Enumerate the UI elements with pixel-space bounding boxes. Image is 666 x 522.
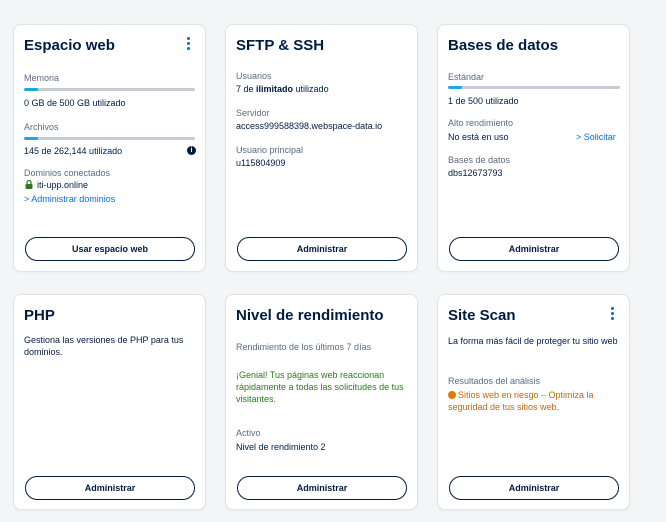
administrar-button[interactable]: Administrar <box>25 476 195 500</box>
archivos-label: Archivos <box>24 122 59 132</box>
card-sftp-ssh: SFTP & SSH Usuarios 7 de ilimitado utili… <box>225 24 418 272</box>
memoria-usage: 0 GB de 500 GB utilizado <box>24 98 126 108</box>
estandar-usage: 1 de 500 utilizado <box>448 96 519 106</box>
usuarios-prefix: 7 de <box>236 84 257 94</box>
rendimiento-label: Rendimiento de los últimos 7 días <box>236 342 372 352</box>
card-title: Nivel de rendimiento <box>236 307 384 324</box>
kebab-menu-icon[interactable] <box>185 37 191 53</box>
archivos-progress-fill <box>24 137 38 140</box>
lock-icon <box>25 180 33 189</box>
resultados-value: Sitios web en riesgo – Optimiza la segur… <box>448 389 624 413</box>
card-title: Espacio web <box>24 37 115 54</box>
card-php: PHP Gestiona las versiones de PHP para t… <box>13 294 206 510</box>
administrar-button[interactable]: Administrar <box>449 476 619 500</box>
bases-de-datos-value: dbs12673793 <box>448 168 503 178</box>
memoria-progress-fill <box>24 88 38 91</box>
usar-espacio-web-button[interactable]: Usar espacio web <box>25 237 195 261</box>
manage-domains-link[interactable]: > Administrar dominios <box>24 194 115 204</box>
usuario-principal-value: u115804909 <box>236 158 286 168</box>
memoria-progress-bar <box>24 88 195 91</box>
administrar-button[interactable]: Administrar <box>237 237 407 261</box>
estandar-progress-bar <box>448 86 620 89</box>
servidor-value: access999588398.webspace-data.io <box>236 121 383 131</box>
connected-domain: iti-upp.online <box>37 180 89 190</box>
page: { "cards": { "espacio_web": { "title": "… <box>0 0 666 522</box>
alto-rendimiento-label: Alto rendimiento <box>448 118 514 128</box>
info-icon[interactable]: i <box>187 146 196 155</box>
warning-dot-icon <box>448 391 456 399</box>
alto-rendimiento-value: No está en uso <box>448 132 509 142</box>
usuarios-limit: ilimitado <box>256 84 294 94</box>
card-nivel-de-rendimiento: Nivel de rendimiento Rendimiento de los … <box>225 294 418 510</box>
solicitar-link[interactable]: > Solicitar <box>576 132 616 142</box>
usuarios-suffix: utilizado <box>293 84 329 94</box>
usuario-principal-label: Usuario principal <box>236 145 304 155</box>
resultados-text: Sitios web en riesgo – Optimiza la segur… <box>448 390 594 412</box>
dominios-label: Dominios conectados <box>24 168 111 178</box>
card-bases-de-datos: Bases de datos Estándar 1 de 500 utiliza… <box>437 24 630 272</box>
activo-label: Activo <box>236 428 261 438</box>
usuarios-value: 7 de ilimitado utilizado <box>236 84 329 94</box>
bases-de-datos-label: Bases de datos <box>448 155 511 165</box>
archivos-progress-bar <box>24 137 195 140</box>
estandar-progress-fill <box>448 86 462 89</box>
activo-value: Nivel de rendimiento 2 <box>236 442 326 452</box>
administrar-button[interactable]: Administrar <box>449 237 619 261</box>
estandar-label: Estándar <box>448 72 485 82</box>
usuarios-label: Usuarios <box>236 71 272 81</box>
card-title: PHP <box>24 307 55 324</box>
site-scan-description: La forma más fácil de proteger tu sitio … <box>448 336 618 346</box>
card-title: SFTP & SSH <box>236 37 325 54</box>
archivos-usage: 145 de 262,144 utilizado <box>24 146 123 156</box>
card-espacio-web: Espacio web Memoria 0 GB de 500 GB utili… <box>13 24 206 272</box>
kebab-menu-icon[interactable] <box>609 307 615 323</box>
memoria-label: Memoria <box>24 73 60 83</box>
card-site-scan: Site Scan La forma más fácil de proteger… <box>437 294 630 510</box>
card-title: Bases de datos <box>448 37 559 54</box>
resultados-label: Resultados del análisis <box>448 376 541 386</box>
servidor-label: Servidor <box>236 108 270 118</box>
rendimiento-message: ¡Genial! Tus páginas web reaccionan rápi… <box>236 370 404 404</box>
administrar-button[interactable]: Administrar <box>237 476 407 500</box>
card-title: Site Scan <box>448 307 516 324</box>
php-description: Gestiona las versiones de PHP para tus d… <box>24 335 184 357</box>
